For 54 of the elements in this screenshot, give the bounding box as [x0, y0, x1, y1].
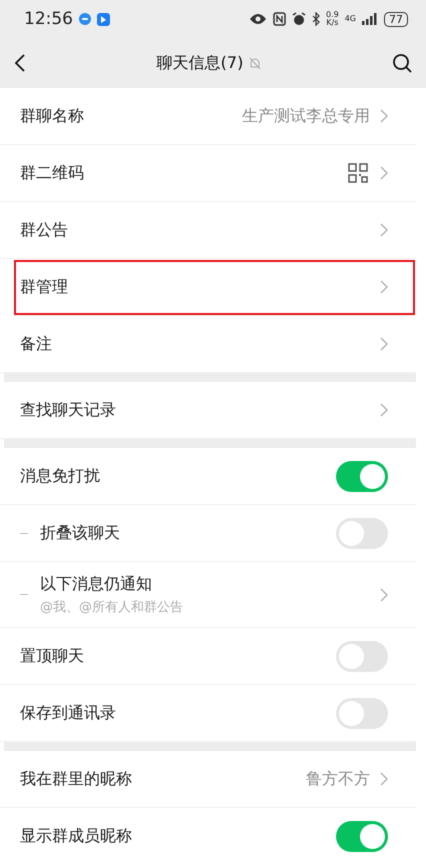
settings-row[interactable]: 群公告	[0, 202, 416, 259]
row-label: 以下消息仍通知	[40, 574, 153, 594]
network-type: 4G	[344, 15, 356, 23]
chevron-icon	[380, 403, 388, 417]
toggle-switch[interactable]	[336, 518, 388, 548]
chevron-icon	[380, 223, 388, 237]
row-label: 群管理	[20, 276, 68, 298]
settings-row[interactable]: 以下消息仍通知 @我、@所有人和群公告	[0, 562, 416, 628]
settings-row[interactable]: 我在群里的昵称 鲁方不方	[0, 751, 416, 808]
nfc-icon	[272, 12, 286, 26]
settings-row[interactable]: 显示群成员昵称	[0, 808, 416, 857]
row-label: 显示群成员昵称	[20, 826, 132, 846]
chevron-icon	[380, 109, 388, 123]
battery-level: 77	[384, 12, 408, 26]
eye-icon	[248, 13, 267, 25]
chevron-icon	[380, 280, 388, 294]
toggle-switch[interactable]	[336, 698, 388, 728]
message-icon	[79, 13, 91, 25]
row-label: 群公告	[20, 220, 68, 240]
search-icon[interactable]	[392, 53, 412, 73]
toggle-switch[interactable]	[336, 820, 388, 852]
toggle-switch[interactable]	[336, 460, 388, 492]
chevron-icon	[380, 166, 388, 180]
row-value: 生产测试李总专用	[242, 106, 370, 126]
row-label: 折叠该聊天	[40, 522, 120, 544]
row-label: 我在群里的昵称	[20, 768, 132, 790]
page-title: 聊天信息(7)	[156, 52, 244, 74]
chevron-icon	[380, 337, 388, 351]
bluetooth-icon	[312, 12, 320, 26]
settings-row[interactable]: 折叠该聊天	[0, 505, 416, 562]
toggle-switch[interactable]	[336, 640, 388, 672]
settings-row[interactable]: 群聊名称 生产测试李总专用	[0, 88, 416, 145]
row-note: @我、@所有人和群公告	[40, 598, 183, 616]
alarm-icon	[292, 12, 306, 26]
settings-row[interactable]: 群二维码	[0, 145, 416, 202]
row-label: 群二维码	[20, 162, 84, 184]
app-icon	[97, 12, 110, 26]
status-time: 12:56	[24, 9, 73, 29]
settings-row[interactable]: 置顶聊天	[0, 628, 416, 685]
row-label: 消息免打扰	[20, 466, 100, 486]
signal-icon	[362, 13, 378, 25]
qr-code-icon	[348, 163, 368, 183]
row-label: 置顶聊天	[20, 646, 84, 666]
row-label: 群聊名称	[20, 106, 84, 126]
network-speed: 0.9 K/s	[326, 11, 339, 27]
settings-row[interactable]: 消息免打扰	[0, 448, 416, 505]
row-label: 查找聊天记录	[20, 400, 116, 420]
chevron-icon	[380, 772, 388, 786]
chevron-icon	[380, 588, 388, 602]
row-value: 鲁方不方	[306, 768, 370, 790]
row-label: 备注	[20, 334, 52, 354]
highlighted-row[interactable]: 群管理	[13, 259, 416, 316]
back-icon[interactable]	[14, 53, 26, 73]
row-label: 保存到通讯录	[20, 702, 116, 724]
